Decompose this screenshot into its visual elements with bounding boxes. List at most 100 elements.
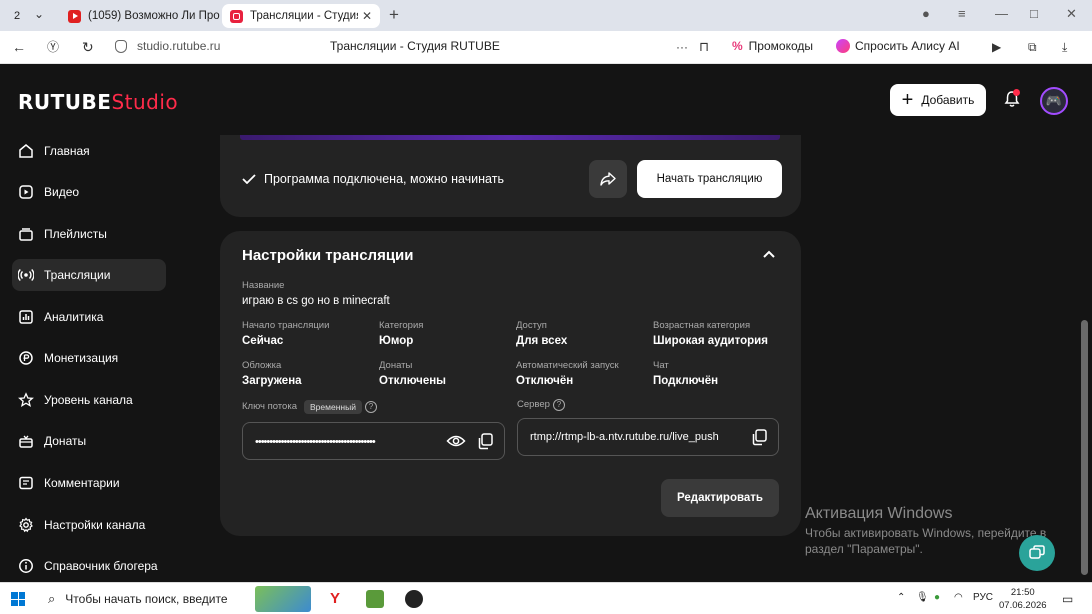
edit-button[interactable]: Редактировать bbox=[661, 479, 779, 517]
logo-main: RUTUBE bbox=[18, 90, 112, 114]
wifi-icon[interactable]: ◠ bbox=[954, 592, 963, 603]
start-broadcast-button[interactable]: Начать трансляцию bbox=[637, 160, 782, 198]
chevron-up-icon[interactable] bbox=[762, 249, 776, 259]
window-close-icon[interactable]: ✕ bbox=[1066, 6, 1077, 22]
tab-counter[interactable]: 2 bbox=[8, 8, 26, 24]
tab-title: (1059) Возможно Ли Про bbox=[88, 10, 220, 22]
alice-button[interactable]: Спросить Алису AI bbox=[836, 39, 960, 53]
language-indicator[interactable]: РУС bbox=[973, 592, 993, 603]
rutube-studio-icon bbox=[230, 9, 243, 23]
chevron-up-icon[interactable]: ⌃ bbox=[897, 592, 905, 603]
download-icon[interactable]: ⤓ bbox=[1062, 38, 1067, 56]
eye-icon[interactable] bbox=[446, 433, 466, 449]
shield-icon[interactable] bbox=[115, 40, 127, 53]
gift-icon bbox=[19, 435, 33, 448]
activation-watermark-text: Чтобы активировать Windows, перейдите в … bbox=[805, 526, 1047, 556]
avatar[interactable]: 🎮 bbox=[1040, 87, 1068, 115]
browser-tab-youtube[interactable]: (1059) Возможно Ли Про bbox=[60, 4, 220, 28]
scrollbar-thumb[interactable] bbox=[1081, 320, 1088, 575]
menu-icon[interactable]: ≡ bbox=[958, 6, 966, 21]
extensions-icon[interactable]: ⧉ bbox=[1028, 38, 1037, 56]
broadcast-settings-card: Настройки трансляции Название играю в cs… bbox=[220, 231, 801, 536]
sidebar-item-comments[interactable]: Комментарии bbox=[12, 467, 166, 499]
sidebar-item-blogger-guide[interactable]: Справочник блогера bbox=[12, 550, 166, 582]
support-button[interactable] bbox=[1019, 535, 1055, 571]
stream-status-card: Программа подключена, можно начинать Нач… bbox=[220, 135, 801, 217]
tray-app-icon[interactable]: ● bbox=[934, 592, 940, 603]
add-button[interactable]: + Добавить bbox=[890, 84, 986, 116]
address-bar[interactable]: studio.rutube.ru bbox=[137, 39, 220, 53]
logo-studio: Studio bbox=[111, 90, 179, 114]
youtube-icon bbox=[68, 9, 81, 23]
sidebar-item-donations[interactable]: Донаты bbox=[12, 425, 166, 457]
close-icon[interactable]: ✕ bbox=[362, 9, 372, 23]
server-field[interactable]: rtmp://rtmp-lb-a.ntv.rutube.ru/live_push bbox=[517, 418, 779, 456]
field-value: Отключены bbox=[379, 375, 447, 387]
play-icon[interactable]: ▶ bbox=[992, 38, 1001, 56]
field-label: Обложка bbox=[242, 360, 282, 371]
app-header: RUTUBEStudio + Добавить 🎮 bbox=[0, 65, 1092, 135]
minecraft-icon[interactable] bbox=[366, 590, 384, 608]
field-value: Юмор bbox=[379, 335, 414, 347]
stream-key-field[interactable]: ••••••••••••••••••••••••••••••••••••••••… bbox=[242, 422, 505, 460]
sidebar-item-video[interactable]: Видео bbox=[12, 176, 166, 208]
field-label: Автоматический запуск bbox=[516, 360, 619, 371]
comment-icon bbox=[19, 476, 33, 490]
plus-icon: + bbox=[901, 89, 914, 111]
profile-icon[interactable]: ● bbox=[922, 6, 930, 21]
info-icon bbox=[19, 559, 33, 573]
copy-icon[interactable] bbox=[476, 432, 494, 450]
copy-icon[interactable] bbox=[750, 428, 768, 446]
minimize-icon[interactable]: — bbox=[995, 6, 1008, 21]
sidebar-item-playlists[interactable]: Плейлисты bbox=[12, 218, 166, 250]
server-url: rtmp://rtmp-lb-a.ntv.rutube.ru/live_push bbox=[530, 431, 719, 443]
search-placeholder: Чтобы начать поиск, введите bbox=[65, 592, 228, 606]
field-value: Подключён bbox=[653, 375, 719, 387]
activation-watermark-title: Активация Windows bbox=[805, 505, 953, 522]
rutube-studio-logo[interactable]: RUTUBEStudio bbox=[18, 90, 178, 114]
chevron-down-icon[interactable]: ⌄ bbox=[34, 7, 44, 21]
gear-icon bbox=[19, 517, 33, 533]
tab-title: Трансляции - Студия R bbox=[250, 10, 358, 22]
sidebar-item-channel-level[interactable]: Уровень канала bbox=[12, 384, 166, 416]
name-value: играю в cs go но в minecraft bbox=[242, 295, 390, 307]
promo-button[interactable]: % Промокоды bbox=[732, 39, 813, 53]
scrollbar[interactable] bbox=[1078, 135, 1092, 580]
back-icon[interactable]: ← bbox=[12, 38, 26, 56]
taskbar-clock[interactable]: 21:50 07.06.2026 bbox=[999, 586, 1047, 612]
browser-tab-rutube[interactable]: Трансляции - Студия R ✕ bbox=[222, 4, 380, 28]
reload-icon[interactable]: ↻ bbox=[82, 38, 94, 56]
sidebar-item-broadcasts[interactable]: Трансляции bbox=[12, 259, 166, 291]
field-label: Начало трансляции bbox=[242, 320, 330, 331]
maximize-icon[interactable]: □ bbox=[1030, 6, 1038, 21]
bookmark-icon[interactable]: ⊓ bbox=[699, 38, 709, 56]
windows-start-icon[interactable] bbox=[11, 592, 25, 606]
share-button[interactable] bbox=[589, 160, 627, 198]
alice-label: Спросить Алису AI bbox=[855, 39, 960, 53]
help-icon[interactable]: ? bbox=[365, 401, 377, 413]
sidebar-item-label: Трансляции bbox=[44, 268, 111, 282]
field-label: Чат bbox=[653, 360, 669, 371]
game-thumbnail[interactable] bbox=[255, 586, 311, 612]
page-title: Трансляции - Студия RUTUBE bbox=[330, 39, 500, 53]
microphone-icon[interactable]: 🎙 bbox=[916, 592, 929, 603]
notifications-icon[interactable]: ▭ bbox=[1062, 592, 1073, 606]
sidebar-item-analytics[interactable]: Аналитика bbox=[12, 301, 166, 333]
field-value: Отключён bbox=[516, 375, 574, 387]
obs-icon[interactable] bbox=[405, 590, 423, 608]
status-text: Программа подключена, можно начинать bbox=[264, 172, 504, 186]
sidebar-item-channel-settings[interactable]: Настройки канала bbox=[12, 509, 166, 541]
yandex-icon[interactable]: Ⓨ bbox=[47, 38, 59, 56]
alice-icon bbox=[836, 39, 850, 53]
yandex-browser-icon[interactable]: Y bbox=[326, 590, 344, 608]
sidebar-item-label: Видео bbox=[44, 185, 80, 199]
sidebar-item-home[interactable]: Главная bbox=[12, 135, 166, 167]
notification-dot bbox=[1013, 89, 1020, 96]
more-icon[interactable]: ··· bbox=[676, 38, 688, 56]
help-icon[interactable]: ? bbox=[553, 399, 565, 411]
sidebar-item-label: Комментарии bbox=[44, 476, 120, 490]
taskbar-search[interactable]: ⌕ Чтобы начать поиск, введите bbox=[38, 584, 248, 614]
sidebar-item-monetization[interactable]: Монетизация bbox=[12, 342, 166, 374]
broadcast-icon bbox=[18, 269, 34, 281]
new-tab-button[interactable]: + bbox=[386, 6, 402, 24]
